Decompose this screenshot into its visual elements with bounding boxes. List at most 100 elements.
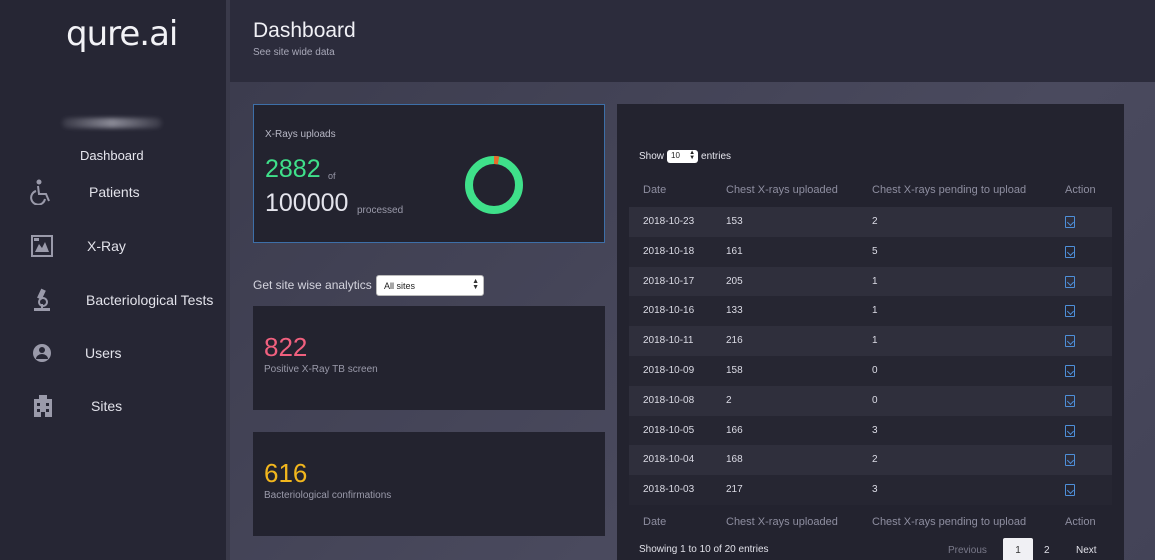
show-entries-control: Show 10 ▲ ▼ entries [639,150,731,163]
view-report-icon[interactable] [1065,454,1075,467]
building-icon [30,393,56,419]
cell-uploaded: 158 [726,364,743,376]
view-report-icon[interactable] [1065,216,1075,228]
entries-label: entries [701,151,732,162]
cell-uploaded: 153 [726,216,743,227]
table-footer-header: Date Chest X-rays uploaded Chest X-rays … [629,509,1112,535]
sidebar-item-label: Bacteriological Tests [86,292,214,308]
uploads-progress-donut [465,156,523,214]
column-header-date[interactable]: Date [643,184,666,196]
table-row: 2018-10-03 217 3 [629,475,1112,505]
cell-date: 2018-10-04 [643,454,695,466]
sidebar-item-bacteriological-tests[interactable]: Bacteriological Tests [0,280,226,320]
column-footer-date: Date [643,516,667,528]
sidebar-item-patients[interactable]: Patients [0,172,226,212]
pagination-page-2[interactable]: 2 [1044,545,1050,556]
view-report-icon[interactable] [1065,335,1075,348]
entries-select[interactable]: 10 ▲ ▼ [667,150,699,163]
cell-date: 2018-10-09 [643,364,695,376]
column-footer-pending: Chest X-rays pending to upload [872,516,1027,528]
tb-screen-card: 822 Positive X-Ray TB screen [253,306,605,410]
table-row: 2018-10-05 166 3 [629,415,1112,446]
cell-pending: 5 [872,245,878,257]
cell-uploaded: 217 [726,484,743,496]
column-header-uploaded[interactable]: Chest X-rays uploaded [726,184,838,196]
cell-date: 2018-10-08 [643,394,695,406]
cell-date: 2018-10-16 [643,305,695,317]
site-analytics-label: Get site wise analytics [253,278,372,292]
tb-positive-count: 822 [264,332,308,362]
sidebar-item-users[interactable]: Users [0,333,226,373]
pagination-page-1[interactable]: 1 [1003,538,1033,560]
sidebar-item-label: X-Ray [87,238,126,254]
pagination-previous[interactable]: Previous [948,545,987,556]
column-header-action: Action [1065,184,1096,196]
cell-uploaded: 168 [726,454,743,466]
cell-date: 2018-10-05 [643,424,695,436]
view-report-icon[interactable] [1065,275,1075,288]
sidebar-item-dashboard[interactable]: Dashboard [80,148,144,163]
cell-pending: 2 [872,216,878,227]
cell-pending: 1 [872,305,878,317]
cell-date: 2018-10-03 [643,484,695,496]
cell-uploaded: 205 [726,275,743,287]
cell-pending: 1 [872,335,878,347]
table-row: 2018-10-18 161 5 [629,236,1112,267]
table-row: 2018-10-11 216 1 [629,326,1112,356]
view-report-icon[interactable] [1065,305,1075,318]
view-report-icon[interactable] [1065,424,1075,437]
bacteriological-count: 616 [264,458,308,488]
table-row: 2018-10-23 153 2 [629,207,1112,237]
cell-pending: 3 [872,484,878,496]
cell-uploaded: 166 [726,424,743,436]
showing-entries-info: Showing 1 to 10 of 20 entries [639,544,769,555]
cell-date: 2018-10-18 [643,245,695,257]
xray-icon [29,233,55,259]
table-row: 2018-10-08 2 0 [629,385,1112,416]
column-footer-action: Action [1065,516,1096,528]
tb-positive-label: Positive X-Ray TB screen [264,364,378,375]
select-arrows-icon: ▲ ▼ [689,150,696,161]
table-row: 2018-10-04 168 2 [629,445,1112,476]
cell-date: 2018-10-17 [643,275,695,287]
microscope-icon [29,287,55,313]
view-report-icon[interactable] [1065,364,1075,377]
cell-pending: 2 [872,454,878,466]
sidebar-item-label: Sites [91,398,123,414]
table-row: 2018-10-16 133 1 [629,296,1112,327]
uploads-count: 2882 [265,155,321,183]
cell-uploaded: 216 [726,335,743,347]
xray-uploads-card: X-Rays uploads 2882 of 100000 processed [253,104,605,243]
bacteriological-card: 616 Bacteriological confirmations [253,432,605,536]
view-report-icon[interactable] [1065,394,1075,407]
column-header-pending[interactable]: Chest X-rays pending to upload [872,184,1026,196]
uploads-processed: processed [357,205,404,216]
show-label: Show [639,151,665,162]
site-select[interactable]: All sites ▲ ▼ [376,275,484,296]
entries-select-value: 10 [671,151,680,160]
logo: qure.ai [66,14,178,54]
table-row: 2018-10-09 158 0 [629,355,1112,386]
users-icon [29,340,55,366]
page-title: Dashboard [253,19,356,42]
bacteriological-label: Bacteriological confirmations [264,490,392,501]
sidebar-item-xray[interactable]: X-Ray [0,226,226,266]
select-arrows-icon: ▲ ▼ [472,278,479,291]
page-header: Dashboard See site wide data [230,0,1155,82]
cell-uploaded: 133 [726,305,743,317]
user-name-blurred [62,118,162,128]
table-header: Date Chest X-rays uploaded Chest X-rays … [629,177,1112,203]
wheelchair-icon [29,179,55,205]
cell-date: 2018-10-11 [643,335,694,347]
cell-pending: 0 [872,394,878,406]
sidebar-item-label: Users [85,345,122,361]
uploads-of: of [328,171,336,181]
view-report-icon[interactable] [1065,245,1075,258]
pagination-next[interactable]: Next [1076,545,1097,556]
sidebar-item-sites[interactable]: Sites [0,386,226,426]
site-select-value: All sites [384,281,416,291]
column-footer-uploaded: Chest X-rays uploaded [726,516,838,528]
sidebar: qure.ai Dashboard Patients X-Ray Bacteri… [0,0,226,560]
uploads-total: 100000 [265,189,349,217]
view-report-icon[interactable] [1065,484,1075,497]
